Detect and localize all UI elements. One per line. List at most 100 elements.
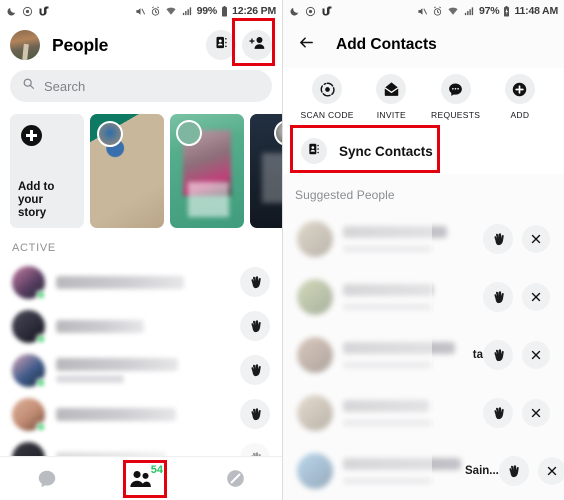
people-badge: 54 [150,463,163,476]
left-header: People [0,22,282,68]
list-item[interactable] [0,260,282,304]
list-item[interactable] [0,304,282,348]
signal-icon [181,6,193,17]
add-person-button[interactable] [242,30,272,60]
story-card[interactable] [170,114,244,228]
row-actions [483,340,550,370]
contact-name [56,319,144,333]
wave-icon [250,407,261,420]
contact-subtitle [56,374,124,383]
avatar [297,279,333,315]
wifi-icon [165,6,177,17]
page-title: People [52,34,109,55]
add-person-icon [248,35,266,56]
search-input[interactable]: Search [10,70,272,102]
requests-action[interactable]: REQUESTS [425,74,487,120]
wave-button[interactable] [240,399,270,429]
sync-contacts-row[interactable]: Sync Contacts [283,128,564,174]
list-item[interactable]: ta [283,326,564,384]
wave-button[interactable] [483,340,513,370]
dismiss-button[interactable] [522,283,550,311]
list-item[interactable] [0,348,282,392]
row-actions [483,398,550,428]
suggested-text [343,283,479,311]
story-ring [97,121,123,147]
alarm-circle-icon [305,6,316,17]
sync-contacts-button[interactable] [301,138,327,164]
invite-button[interactable] [376,74,407,104]
add-action[interactable]: ADD [489,74,551,120]
suggested-name [343,399,429,412]
contacts-book-button[interactable] [206,30,236,60]
wave-button[interactable] [483,282,513,312]
list-item[interactable] [283,384,564,442]
story-card[interactable] [250,114,282,228]
requests-label: REQUESTS [431,110,481,120]
contact-text [56,357,240,383]
mute-icon [417,6,428,17]
story-ring [176,120,202,146]
dismiss-button[interactable] [522,399,550,427]
header-actions [206,30,272,60]
wave-icon [250,319,261,332]
battery-percent: 97% [479,5,500,17]
battery-percent: 99% [196,5,218,17]
scan-code-action[interactable]: SCAN CODE [296,74,358,120]
alarm-icon [432,6,443,17]
row-actions [483,224,550,254]
alarm-circle-icon [22,6,33,17]
suggested-text [343,399,479,427]
status-left-icons [6,5,50,17]
requests-button[interactable] [440,74,471,104]
left-status-bar: 99% 12:26 PM [0,0,282,22]
add-to-story-card[interactable]: Add to your story [10,114,84,228]
screenshot-root: 99% 12:26 PM People Search Add to your s… [0,0,564,500]
list-item[interactable] [283,268,564,326]
envelope-icon [384,81,399,96]
add-story-line2: story [18,207,47,219]
tab-discover[interactable] [207,462,263,496]
list-item[interactable] [0,392,282,436]
tab-chats[interactable] [19,462,75,496]
avatar[interactable] [10,30,40,60]
wave-button[interactable] [240,267,270,297]
story-ring [274,120,282,146]
wave-icon [493,232,504,245]
wave-button[interactable] [240,355,270,385]
add-contacts-actions: SCAN CODE INVITE REQUESTS ADD [283,68,564,128]
list-item[interactable] [283,210,564,268]
add-to-story-label: Add to your story [18,181,78,220]
dismiss-button[interactable] [522,341,550,369]
suggested-name [343,225,447,238]
wave-button[interactable] [483,224,513,254]
invite-action[interactable]: INVITE [360,74,422,120]
active-contacts-list [0,260,282,480]
back-arrow-icon [300,37,313,48]
wave-icon [509,464,520,477]
suggested-name [343,341,455,354]
suggested-text [343,225,479,253]
suggested-people-label: Suggested People [295,188,395,202]
wave-icon [493,290,504,303]
wave-button[interactable] [240,311,270,341]
dnd-moon-icon [6,6,17,17]
scan-code-button[interactable] [312,74,343,104]
wave-button[interactable] [498,456,529,486]
dismiss-button[interactable] [522,225,550,253]
wave-button[interactable] [483,398,513,428]
add-button[interactable] [504,74,535,104]
story-card[interactable] [90,114,164,228]
avatar [297,395,333,431]
sync-contacts-label: Sync Contacts [339,143,433,159]
suggested-subtitle [343,360,431,369]
list-item[interactable]: Sain... [283,442,564,500]
contact-name [56,357,178,371]
back-button[interactable] [297,34,316,56]
discover-circle-icon [226,470,244,487]
suggested-subtitle [343,244,431,253]
active-section-label: ACTIVE [12,242,56,254]
suggested-name [343,457,461,470]
tab-people[interactable]: 54 [113,462,169,496]
wave-icon [250,363,261,376]
dismiss-button[interactable] [537,457,564,485]
